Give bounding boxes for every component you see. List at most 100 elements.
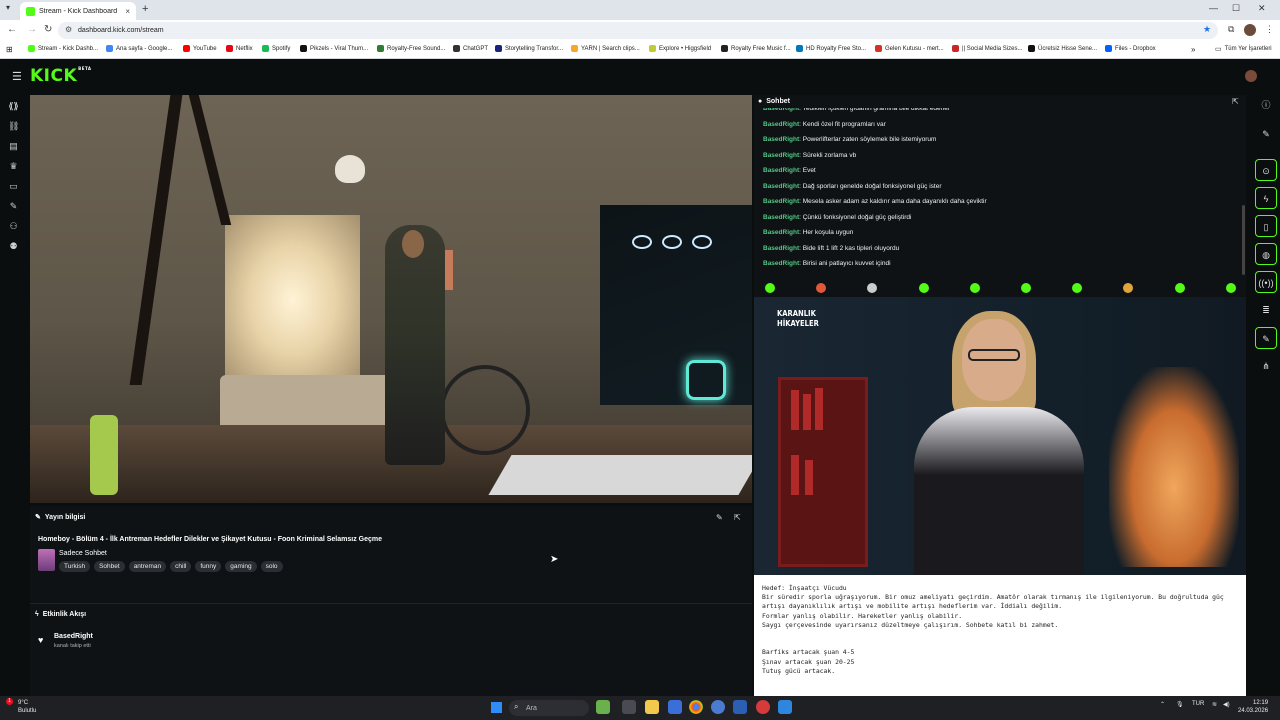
bookmark-item[interactable]: Ücretsiz Hisse Sene... [1028, 45, 1097, 52]
emote-icon[interactable] [765, 283, 775, 293]
chat-username[interactable]: BasedRight [763, 260, 799, 267]
kick-logo[interactable]: KICKBETA [30, 66, 91, 86]
minimize-icon[interactable]: — [1209, 3, 1218, 13]
chat-username[interactable]: BasedRight [763, 245, 799, 252]
emote-icon[interactable] [1225, 283, 1236, 293]
trophy-icon[interactable]: ♛ [8, 161, 19, 172]
tag-chip[interactable]: chill [170, 561, 192, 572]
widgets-app-icon[interactable] [596, 700, 610, 714]
tool-icon[interactable]: ✎ [1255, 327, 1277, 349]
extensions-icon[interactable]: ⧉ [1228, 24, 1234, 35]
apps-grid-icon[interactable]: ⊞ [6, 45, 13, 54]
camera-icon[interactable]: ⊙ [1255, 159, 1277, 181]
site-info-icon[interactable]: ⚙ [65, 25, 72, 34]
tab-search-icon[interactable]: ▾ [6, 3, 10, 12]
browser-tab-active[interactable]: Stream - Kick Dashboard × [20, 2, 136, 20]
bookmarks-more-icon[interactable]: » [1191, 45, 1195, 54]
weather-widget[interactable]: 1 9°C Bulutlu [6, 698, 36, 715]
popout-icon[interactable]: ⇱ [734, 513, 741, 522]
emote-icon[interactable] [1174, 283, 1185, 293]
emote-icon[interactable] [867, 283, 878, 293]
edit-icon[interactable]: ✎ [1255, 123, 1277, 145]
menu-icon[interactable]: ☰ [12, 70, 22, 83]
wifi-icon[interactable]: ≋ [1212, 701, 1217, 708]
emote-icon[interactable] [1123, 283, 1134, 293]
emote-icon[interactable] [918, 283, 929, 293]
activity-user[interactable]: BasedRight [54, 633, 93, 640]
forward-icon[interactable]: → [27, 24, 37, 35]
bookmark-item[interactable]: YouTube [183, 45, 217, 52]
server-icon[interactable]: ≣ [1255, 299, 1277, 321]
edit-stream-info-icon[interactable]: ✎ [716, 513, 723, 522]
stream-icon[interactable]: ⟪⟫ [8, 101, 19, 112]
app-icon-blue[interactable] [711, 700, 725, 714]
taskbar-search[interactable]: ⌕ Ara [509, 700, 589, 716]
chat-scrollbar[interactable] [1242, 205, 1245, 275]
store-app-icon[interactable] [668, 700, 682, 714]
chat-bubble-icon[interactable]: ◍ [1255, 243, 1277, 265]
bookmark-item[interactable]: Stream - Kick Dashb... [28, 45, 98, 52]
language-indicator[interactable]: TUR [1192, 701, 1204, 707]
user-avatar[interactable] [1245, 70, 1257, 82]
tag-chip[interactable]: antreman [128, 561, 167, 572]
clipboard-icon[interactable]: ▯ [1255, 215, 1277, 237]
chat-username[interactable]: BasedRight [763, 198, 799, 205]
tag-chip[interactable]: Sohbet [94, 561, 125, 572]
wrench-icon[interactable]: ✎ [8, 201, 19, 212]
emote-icon[interactable] [969, 283, 980, 293]
bookmark-item[interactable]: Netflix [226, 45, 253, 52]
bookmark-item[interactable]: HD Royalty Free Sto... [796, 45, 866, 52]
bolt-icon[interactable]: ϟ [1255, 187, 1277, 209]
all-bookmarks-link[interactable]: ▭ Tüm Yer İşaretleri [1215, 45, 1272, 53]
bookmark-item[interactable]: Storytelling Transfor... [495, 45, 563, 52]
link-icon[interactable]: ⛓ [8, 121, 19, 132]
tab-close-icon[interactable]: × [125, 7, 130, 16]
community-icon[interactable]: ⚉ [8, 241, 19, 252]
video-library-icon[interactable]: ▤ [8, 141, 19, 152]
chat-username[interactable]: BasedRight [763, 183, 799, 190]
url-input[interactable]: ⚙ dashboard.kick.com/stream [58, 22, 1218, 39]
users-icon[interactable]: ⚇ [8, 221, 19, 232]
chat-username[interactable]: BasedRight [763, 229, 799, 236]
emote-icon[interactable] [1021, 283, 1031, 293]
bookmark-item[interactable]: Royalty Free Music f... [721, 45, 791, 52]
bookmark-item[interactable]: YARN | Search clips... [571, 45, 640, 52]
volume-icon[interactable]: ◀) [1223, 701, 1230, 708]
taskbar-clock[interactable]: 12:19 24.03.2026 [1238, 699, 1268, 715]
category-name[interactable]: Sadece Sohbet [59, 550, 107, 557]
reload-icon[interactable]: ↻ [44, 24, 52, 35]
tray-chevron-icon[interactable]: ⌃ [1160, 701, 1165, 708]
task-view-icon[interactable] [622, 700, 636, 714]
broadcast-icon[interactable]: ((•)) [1255, 271, 1277, 293]
mic-icon[interactable]: 🎙 [1176, 701, 1184, 708]
maximize-icon[interactable]: ☐ [1232, 3, 1240, 14]
info-icon[interactable]: ⓘ [1255, 94, 1277, 116]
bookmark-item[interactable]: ChatGPT [453, 45, 488, 52]
emote-icon[interactable] [1072, 283, 1083, 293]
bookmark-item[interactable]: Spotify [262, 45, 290, 52]
bookmark-star-icon[interactable]: ★ [1203, 24, 1211, 35]
bookmark-item[interactable]: || Social Media Sizes... [952, 45, 1022, 52]
notepad-app-icon[interactable] [778, 700, 792, 714]
emote-icon[interactable] [816, 283, 827, 293]
obs-app-icon[interactable] [756, 700, 770, 714]
bookmark-item[interactable]: Ana sayfa - Google... [106, 45, 172, 52]
chrome-app-icon[interactable] [689, 700, 703, 714]
bookmark-item[interactable]: Gelen Kutusu - mert... [875, 45, 944, 52]
stream-video-preview[interactable] [30, 95, 752, 503]
bookmark-item[interactable]: Pikzels - Viral Thum... [300, 45, 368, 52]
chat-popout-icon[interactable]: ⇱ [1232, 97, 1239, 106]
chat-username[interactable]: BasedRight [763, 136, 799, 143]
bookmark-item[interactable]: Explore • Higgsfield [649, 45, 711, 52]
profile-avatar[interactable] [1244, 24, 1256, 36]
tag-chip[interactable]: funny [195, 561, 222, 572]
file-explorer-icon[interactable] [645, 700, 659, 714]
bookmark-item[interactable]: Files - Dropbox [1105, 45, 1156, 52]
back-icon[interactable]: ← [7, 24, 17, 35]
chat-username[interactable]: BasedRight [763, 167, 799, 174]
category-thumbnail[interactable] [38, 549, 55, 571]
tag-chip[interactable]: Turkish [59, 561, 91, 572]
new-tab-button[interactable]: + [142, 3, 148, 15]
terminal-app-icon[interactable] [733, 700, 747, 714]
close-window-icon[interactable]: ✕ [1258, 3, 1266, 14]
